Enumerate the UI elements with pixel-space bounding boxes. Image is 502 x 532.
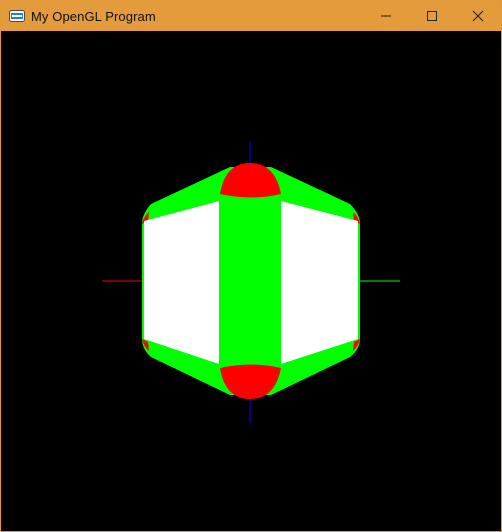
close-button[interactable] <box>455 1 501 31</box>
minimize-icon <box>381 15 391 17</box>
maximize-button[interactable] <box>409 1 455 31</box>
title-bar[interactable]: My OpenGL Program <box>1 1 501 31</box>
minimize-button[interactable] <box>363 1 409 31</box>
opengl-viewport[interactable] <box>1 31 501 531</box>
window-title: My OpenGL Program <box>31 8 156 24</box>
opengl-app-icon[interactable] <box>9 8 25 24</box>
green-center-band <box>219 193 281 369</box>
opengl-window: My OpenGL Program <box>0 0 502 532</box>
white-face-right <box>281 201 358 364</box>
render-canvas <box>102 141 400 423</box>
close-icon <box>472 10 484 22</box>
maximize-icon <box>427 11 437 21</box>
white-face-left <box>144 201 219 364</box>
window-controls <box>363 1 501 31</box>
